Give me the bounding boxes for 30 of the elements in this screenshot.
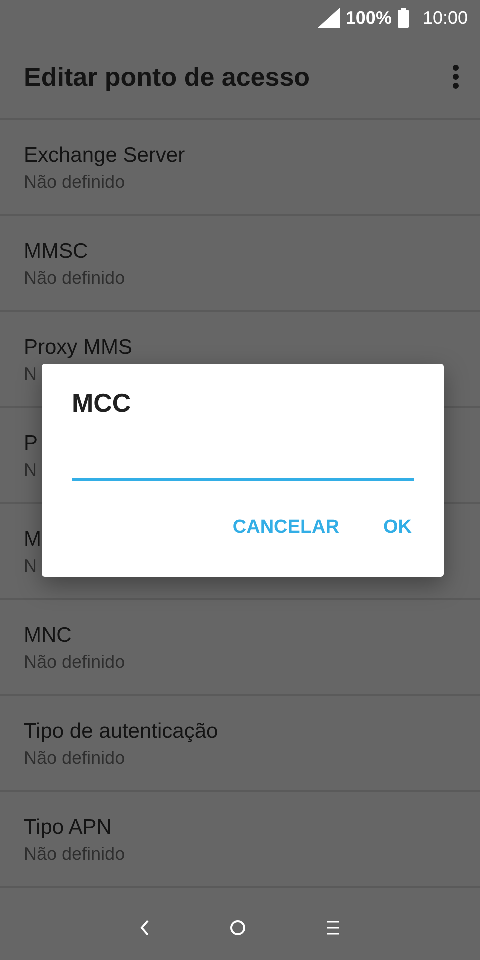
row-value: Não definido <box>24 652 126 673</box>
row-title: MMSC <box>24 240 88 264</box>
clock: 10:00 <box>422 8 468 28</box>
dialog-button[interactable]: CANCELAR <box>224 511 348 545</box>
settings-row[interactable]: Tipo de autenticação Não definido <box>0 696 480 792</box>
more-options-icon[interactable] <box>452 64 460 90</box>
settings-row[interactable]: MMSC Não definido <box>0 216 480 312</box>
back-icon[interactable] <box>140 920 150 936</box>
row-value: Não definido <box>24 172 126 193</box>
settings-row[interactable]: Exchange Server Não definido <box>0 120 480 216</box>
home-icon[interactable] <box>230 920 246 936</box>
row-title: Tipo APN <box>24 816 112 840</box>
screen-title: Editar ponto de acesso <box>24 62 310 92</box>
dialog-button[interactable]: OK <box>376 511 420 545</box>
settings-row[interactable]: Tipo APN Não definido <box>0 792 480 888</box>
row-value: Não definido <box>24 844 126 865</box>
battery-icon <box>398 8 409 28</box>
row-title: P <box>24 432 38 456</box>
row-title: MNC <box>24 624 72 648</box>
signal-icon <box>318 8 340 28</box>
row-title: Exchange Server <box>24 144 186 168</box>
row-value: N <box>24 364 37 385</box>
row-value: Não definido <box>24 748 126 769</box>
menu-icon[interactable] <box>326 921 340 935</box>
settings-row[interactable]: MNC Não definido <box>0 600 480 696</box>
row-value: Não definido <box>24 268 126 289</box>
row-title: Tipo de autenticação <box>24 720 218 744</box>
battery-percentage: 100% <box>346 8 392 28</box>
row-title: M <box>24 528 42 552</box>
row-title: Proxy MMS <box>24 336 133 360</box>
